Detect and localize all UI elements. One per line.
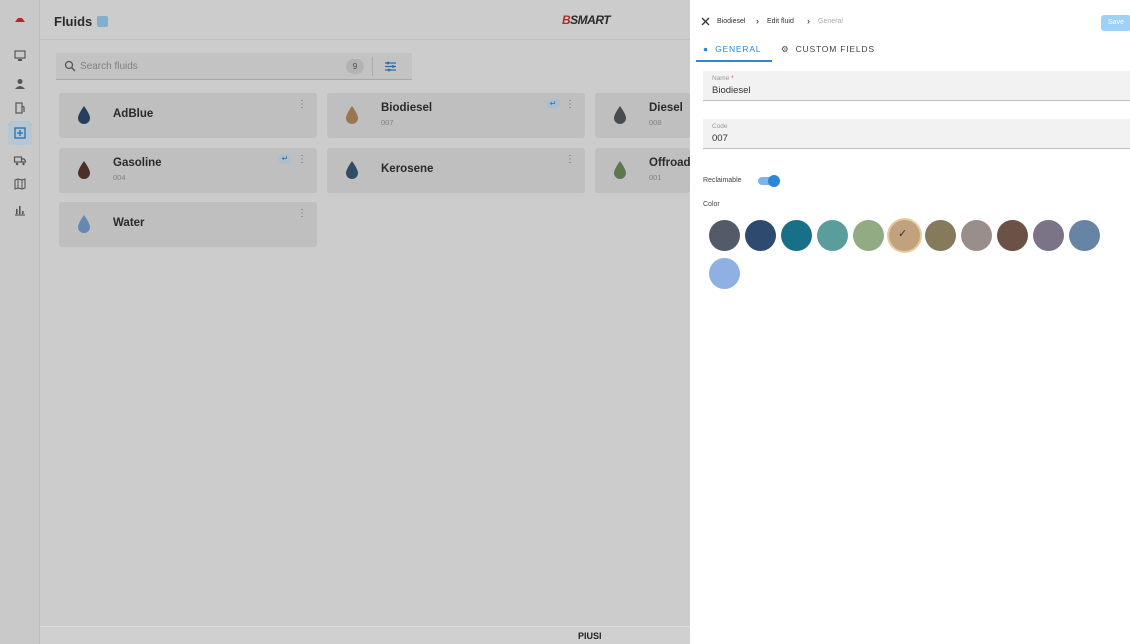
edit-fluid-drawer: Biodiesel › Edit fluid › General Save ● … [690, 0, 1130, 644]
close-icon[interactable] [701, 17, 710, 26]
code-field[interactable]: Code 007 [703, 119, 1130, 149]
toggle-knob[interactable] [768, 175, 780, 187]
color-swatch[interactable] [997, 220, 1028, 251]
color-swatch[interactable] [925, 220, 956, 251]
name-field[interactable]: Name * Biodiesel [703, 71, 1130, 101]
chevron-right-icon: › [807, 16, 810, 26]
drop-icon: ● [703, 44, 709, 54]
breadcrumb-item[interactable]: Edit fluid [767, 18, 794, 25]
color-swatch[interactable] [781, 220, 812, 251]
footer-logo: PIUSI [578, 631, 602, 641]
footer: PIUSI [40, 626, 690, 644]
tab-custom-fields[interactable]: ⚙ CUSTOM FIELDS [781, 44, 875, 62]
modal-overlay[interactable] [0, 0, 690, 644]
tab-label: GENERAL [715, 44, 762, 54]
color-swatch[interactable] [1069, 220, 1100, 251]
gears-icon: ⚙ [781, 44, 790, 54]
color-swatch[interactable]: ✓ [889, 220, 920, 251]
chevron-right-icon: › [756, 16, 759, 26]
color-label: Color [703, 201, 720, 208]
tab-label: CUSTOM FIELDS [795, 44, 875, 54]
name-label: Name * [712, 75, 734, 82]
breadcrumb-item[interactable]: Biodiesel [717, 18, 745, 25]
color-swatch[interactable] [745, 220, 776, 251]
color-swatch[interactable] [1033, 220, 1064, 251]
check-icon: ✓ [898, 228, 908, 240]
name-value: Biodiesel [712, 85, 751, 96]
breadcrumb-item: General [818, 18, 843, 25]
reclaimable-label: Reclaimable [703, 177, 742, 184]
code-label: Code [712, 123, 728, 130]
color-swatch[interactable] [709, 220, 740, 251]
active-tab-indicator [696, 60, 772, 62]
color-swatch[interactable] [709, 258, 740, 289]
code-value: 007 [712, 133, 728, 144]
save-button[interactable]: Save [1101, 15, 1130, 31]
color-swatch[interactable] [961, 220, 992, 251]
color-swatch[interactable] [853, 220, 884, 251]
color-swatch[interactable] [817, 220, 848, 251]
